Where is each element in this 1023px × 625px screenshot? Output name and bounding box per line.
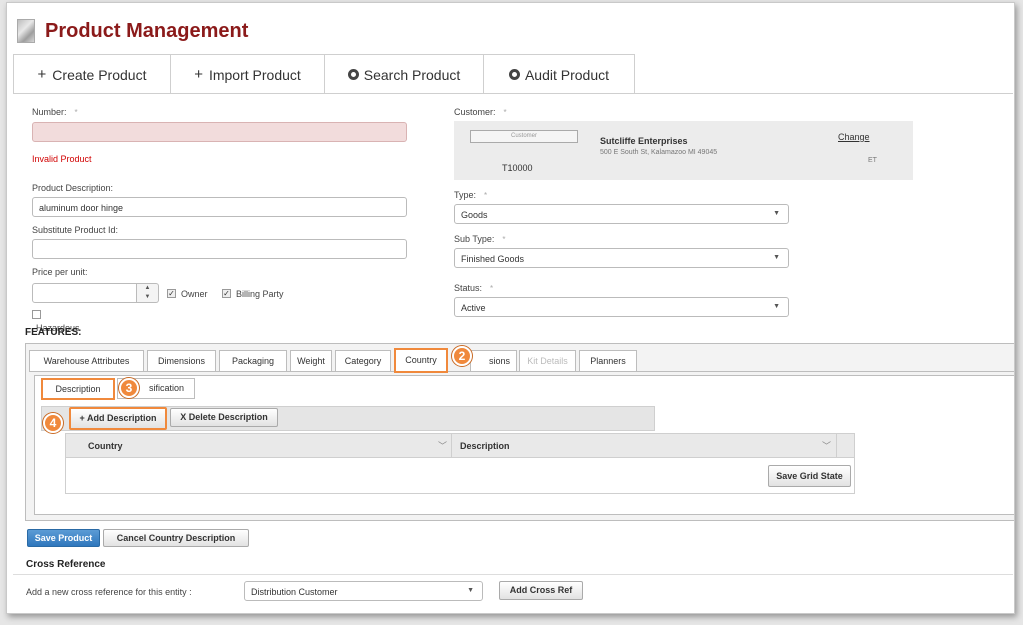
page-header: Product Management <box>17 13 248 49</box>
substitute-product-input[interactable] <box>32 239 407 259</box>
chevron-down-icon: ▼ <box>467 587 474 594</box>
plus-icon: + <box>194 66 203 83</box>
tab-label: Create Product <box>52 66 147 83</box>
tab-audit-product[interactable]: Audit Product <box>483 54 635 94</box>
customer-badge: Customer <box>470 130 578 143</box>
column-divider <box>451 434 452 458</box>
chevron-down-icon: ▼ <box>773 254 780 261</box>
tab-import-product[interactable]: + Import Product <box>170 54 325 94</box>
substitute-product-label: Substitute Product Id: <box>32 225 119 235</box>
save-product-button[interactable]: Save Product <box>27 529 100 547</box>
features-heading: FEATURES: <box>25 327 82 338</box>
owner-checkbox[interactable]: ✓ <box>167 289 176 298</box>
add-cross-ref-button[interactable]: Add Cross Ref <box>499 581 583 600</box>
owner-label: Owner <box>181 289 208 299</box>
subtype-value: Finished Goods <box>461 254 525 264</box>
top-tabs: + Create Product + Import Product Search… <box>13 54 635 94</box>
tab-planners[interactable]: Planners <box>579 350 637 372</box>
tab-warehouse-attributes[interactable]: Warehouse Attributes <box>29 350 144 372</box>
circle-icon <box>508 69 520 80</box>
cross-reference-select[interactable]: Distribution Customer ▼ <box>244 581 483 601</box>
grid-body: Save Grid State <box>65 458 855 494</box>
cross-reference-value: Distribution Customer <box>251 587 338 597</box>
tab-category[interactable]: Category <box>335 350 391 372</box>
customer-label: Customer: * <box>454 107 507 117</box>
required-mark: * <box>503 108 507 117</box>
circle-icon <box>347 69 359 80</box>
required-mark: * <box>484 191 488 200</box>
cross-reference-label: Add a new cross reference for this entit… <box>26 587 192 597</box>
callout-badge: 3 <box>119 378 139 398</box>
divider <box>13 574 1013 575</box>
tab-weight[interactable]: Weight <box>290 350 332 372</box>
type-label: Type: * <box>454 190 488 200</box>
tab-kit-details: Kit Details <box>519 350 576 372</box>
change-customer-link[interactable]: Change <box>838 132 870 142</box>
page-title: Product Management <box>45 19 249 42</box>
customer-name: Sutcliffe Enterprises <box>600 136 688 146</box>
tab-country[interactable]: Country <box>394 348 448 373</box>
cross-reference-heading: Cross Reference <box>26 559 106 570</box>
status-label: Status: * <box>454 283 494 293</box>
status-value: Active <box>461 303 486 313</box>
chevron-down-icon: ▼ <box>773 303 780 310</box>
invalid-product-message: Invalid Product <box>32 154 92 164</box>
delete-description-button[interactable]: X Delete Description <box>170 408 278 427</box>
customer-id: T10000 <box>502 163 533 173</box>
billing-party-label: Billing Party <box>236 289 284 299</box>
grid-header: Country ﹀ Description ﹀ <box>65 433 855 458</box>
cancel-button[interactable]: Cancel Country Description <box>103 529 249 547</box>
chevron-down-icon[interactable]: ﹀ <box>438 439 447 452</box>
tabs-divider <box>13 93 1013 94</box>
customer-card: Customer T10000 Sutcliffe Enterprises 50… <box>454 121 913 180</box>
number-label: Number: * <box>32 107 78 117</box>
tab-label: Search Product <box>363 66 461 83</box>
required-mark: * <box>490 284 494 293</box>
tab-packaging[interactable]: Packaging <box>219 350 287 372</box>
subtab-description[interactable]: Description <box>41 378 115 400</box>
hazardous-checkbox[interactable] <box>32 310 41 319</box>
tab-create-product[interactable]: + Create Product <box>13 54 171 94</box>
tab-revisions[interactable]: sions <box>470 350 517 372</box>
add-description-button[interactable]: + Add Description <box>69 407 167 430</box>
subtype-select[interactable]: Finished Goods ▼ <box>454 248 789 268</box>
price-label: Price per unit: <box>32 267 88 277</box>
tab-search-product[interactable]: Search Product <box>324 54 484 94</box>
chevron-down-icon[interactable]: ﹀ <box>822 439 831 452</box>
column-description[interactable]: Description <box>460 441 510 451</box>
subtype-label: Sub Type: * <box>454 234 506 244</box>
status-select[interactable]: Active ▼ <box>454 297 789 317</box>
callout-badge: 4 <box>43 413 63 433</box>
save-grid-state-button[interactable]: Save Grid State <box>768 465 851 487</box>
chevron-down-icon: ▼ <box>773 210 780 217</box>
app-window: Product Management + Create Product + Im… <box>6 2 1015 614</box>
required-mark: * <box>74 108 78 117</box>
callout-badge: 2 <box>452 346 472 366</box>
column-country[interactable]: Country <box>88 441 123 451</box>
required-mark: * <box>502 235 506 244</box>
tab-label: Import Product <box>208 66 301 83</box>
customer-address: 500 E South St, Kalamazoo MI 49045 <box>600 149 718 156</box>
billing-party-checkbox[interactable]: ✓ <box>222 289 231 298</box>
product-description-input[interactable]: aluminum door hinge <box>32 197 407 217</box>
tab-label: Audit Product <box>524 66 610 83</box>
plus-icon: + <box>37 66 47 83</box>
type-value: Goods <box>461 210 488 220</box>
column-divider <box>836 434 837 458</box>
number-input[interactable] <box>32 122 407 142</box>
price-stepper[interactable]: ▲ ▼ <box>137 283 159 303</box>
price-input[interactable] <box>32 283 137 303</box>
product-logo-icon <box>17 19 35 43</box>
customer-timezone: ET <box>868 157 877 164</box>
product-description-label: Product Description: <box>32 183 114 193</box>
tab-dimensions[interactable]: Dimensions <box>147 350 216 372</box>
type-select[interactable]: Goods ▼ <box>454 204 789 224</box>
